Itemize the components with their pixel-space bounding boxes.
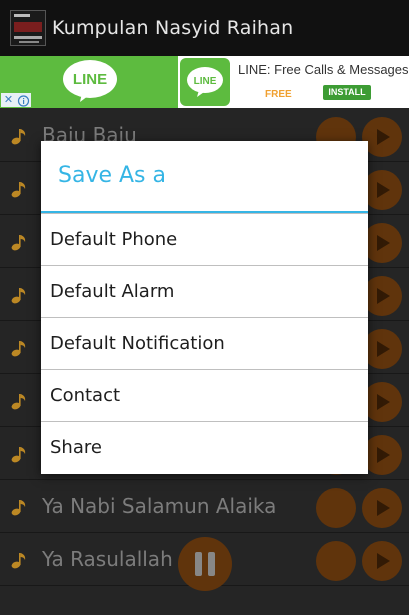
action-bar: Kumpulan Nasyid Raihan: [0, 0, 409, 56]
option-contact[interactable]: Contact: [41, 369, 368, 421]
option-default-notification[interactable]: Default Notification: [41, 317, 368, 369]
app-icon[interactable]: [10, 10, 46, 46]
ad-banner[interactable]: LINE LINE LINE: Free Calls & Messages FR…: [0, 56, 409, 108]
line-logo-icon: LINE: [63, 60, 117, 102]
dialog-title: Save As a: [58, 163, 166, 188]
app-title: Kumpulan Nasyid Raihan: [52, 17, 294, 39]
ad-logo-text: LINE: [73, 71, 107, 88]
ad-icon-text: LINE: [194, 76, 217, 87]
option-default-phone[interactable]: Default Phone: [41, 213, 368, 265]
line-app-icon: LINE: [187, 67, 223, 97]
ad-app-icon[interactable]: LINE: [180, 58, 230, 106]
ad-free-label: FREE: [265, 89, 292, 100]
ad-info-icon[interactable]: [16, 93, 31, 107]
option-default-alarm[interactable]: Default Alarm: [41, 265, 368, 317]
ad-close-icon[interactable]: ✕: [1, 93, 16, 107]
save-as-dialog: Save As a Default Phone Default Alarm De…: [41, 141, 368, 474]
ad-install-button[interactable]: INSTALL: [323, 85, 371, 100]
ad-title: LINE: Free Calls & Messages: [238, 62, 409, 77]
option-share[interactable]: Share: [41, 421, 368, 473]
